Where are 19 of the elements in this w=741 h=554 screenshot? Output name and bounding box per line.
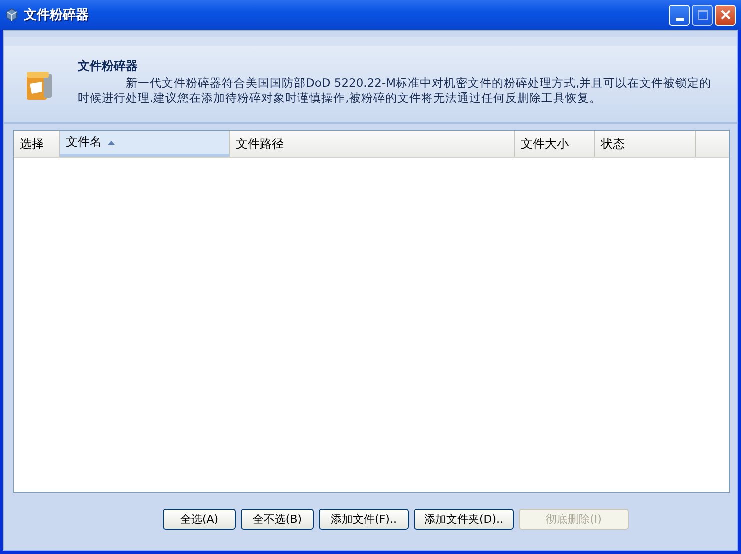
column-header[interactable]: 文件路径	[230, 131, 515, 157]
app-icon	[5, 8, 19, 22]
sort-up-icon	[108, 140, 115, 144]
close-icon	[720, 10, 730, 20]
column-header[interactable]: 文件大小	[515, 131, 595, 157]
maximize-button[interactable]	[692, 4, 713, 26]
header-description: 新一代文件粉碎器符合美国国防部DoD 5220.22-M标准中对机密文件的粉碎处理方式,并且可以在文件被锁定的时候进行处理.建议您在添加待粉碎对象时谨慎操作,被粉碎的文件将无法通过任何反删除工具恢复。	[78, 76, 713, 106]
column-header[interactable]: 状态	[595, 131, 696, 157]
minimize-button[interactable]	[669, 4, 690, 26]
column-header[interactable]: 文件名	[60, 131, 230, 157]
window-title: 文件粉碎器	[24, 6, 89, 24]
action-button[interactable]: 全选(A)	[163, 509, 236, 530]
close-button[interactable]	[715, 4, 736, 26]
maximize-icon	[698, 10, 708, 20]
header-title: 文件粉碎器	[78, 58, 139, 75]
action-button[interactable]: 添加文件(F)..	[319, 509, 409, 530]
action-button[interactable]: 全不选(B)	[241, 509, 314, 530]
action-button[interactable]: 添加文件夹(D)..	[414, 509, 514, 530]
minimize-icon	[676, 18, 684, 20]
